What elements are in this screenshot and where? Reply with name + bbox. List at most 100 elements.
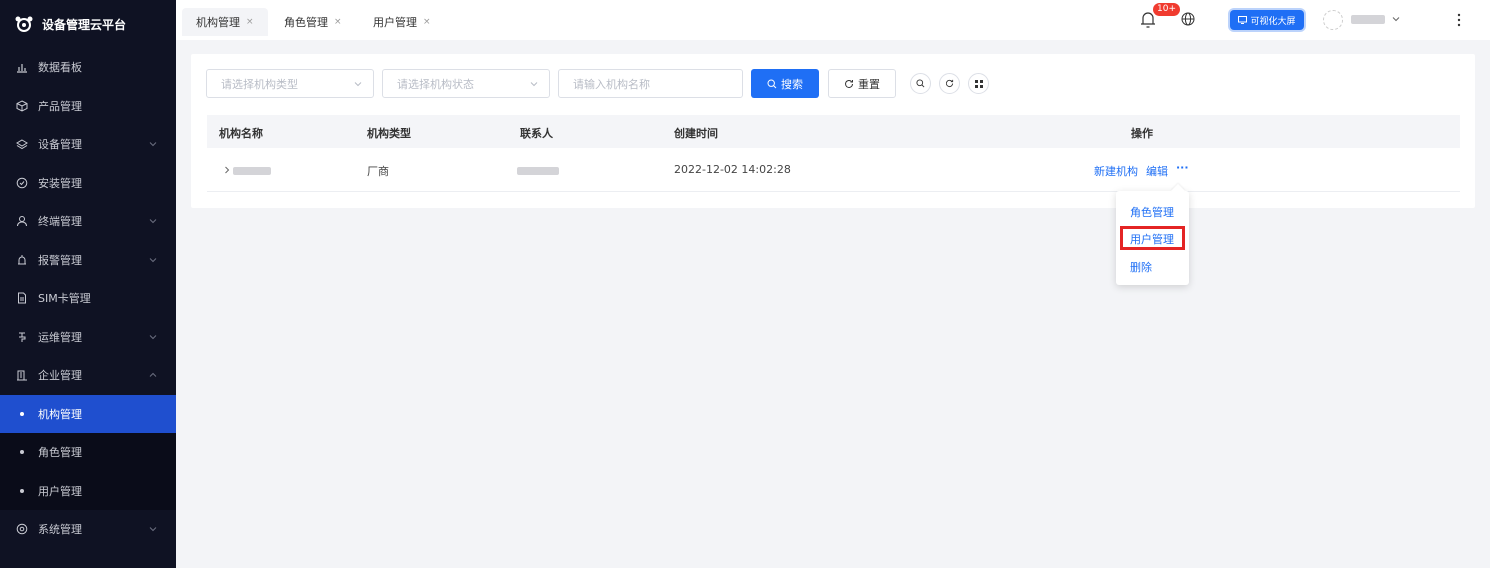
gear-circle-icon — [16, 177, 28, 189]
close-icon[interactable]: × — [246, 17, 254, 27]
bigscreen-label: 可视化大屏 — [1250, 16, 1296, 27]
contact-redacted — [517, 167, 559, 175]
username-redacted[interactable] — [1351, 15, 1385, 24]
cell-org-type: 厂商 — [367, 165, 389, 178]
sidebar-item-label: 数据看板 — [38, 61, 82, 75]
sidebar-item-alarms[interactable]: 报警管理 — [0, 241, 176, 280]
org-name-input[interactable]: 请输入机构名称 — [558, 69, 743, 98]
sidebar-subitem-org[interactable]: 机构管理 — [0, 394, 176, 433]
search-icon — [916, 79, 925, 88]
more-actions-dropdown: 角色管理 用户管理 删除 — [1116, 191, 1189, 285]
sidebar-item-system[interactable]: 系统管理 — [0, 510, 176, 549]
edit-link[interactable]: 编辑 — [1146, 163, 1168, 179]
tab-label: 用户管理 — [373, 16, 417, 29]
chevron-down-icon[interactable] — [1391, 14, 1401, 24]
bigscreen-button[interactable]: 可视化大屏 — [1230, 10, 1304, 30]
settings-icon — [16, 523, 28, 535]
table-row: 厂商 2022-12-02 14:02:28 新建机构 编辑 ··· — [207, 148, 1460, 192]
app-title: 设备管理云平台 — [42, 17, 127, 32]
highlight-box — [1120, 226, 1185, 250]
topbar: 机构管理 × 角色管理 × 用户管理 × 10+ 可视化大屏 — [176, 0, 1490, 40]
sidebar-item-devices[interactable]: 设备管理 — [0, 125, 176, 164]
refresh-button[interactable] — [939, 73, 960, 94]
sidebar-item-label: 系统管理 — [38, 523, 82, 537]
sidebar-subitem-roles[interactable]: 角色管理 — [0, 433, 176, 472]
dropdown-item-roles[interactable]: 角色管理 — [1130, 204, 1174, 220]
dropdown-item-delete[interactable]: 删除 — [1130, 259, 1152, 275]
chevron-down-icon — [149, 257, 157, 262]
chevron-down-icon — [149, 142, 157, 147]
sidebar-item-sim[interactable]: SIM卡管理 — [0, 279, 176, 318]
alarm-icon — [18, 254, 26, 265]
search-label: 搜索 — [781, 77, 803, 91]
sidebar-item-label: 运维管理 — [38, 330, 82, 344]
main-panel: 请选择机构类型 请选择机构状态 请输入机构名称 搜索 重置 机构名称 机构类型 … — [191, 54, 1475, 208]
more-vertical-icon[interactable] — [1457, 12, 1461, 28]
org-type-select[interactable]: 请选择机构类型 — [206, 69, 374, 98]
select-placeholder: 请选择机构状态 — [397, 77, 474, 91]
close-icon[interactable]: × — [334, 17, 342, 27]
chevron-right-icon[interactable] — [223, 166, 231, 174]
chevron-down-icon — [149, 219, 157, 224]
column-header: 联系人 — [520, 127, 553, 140]
column-settings-button[interactable] — [968, 73, 989, 94]
sidebar-item-install[interactable]: 安装管理 — [0, 164, 176, 203]
cube-icon — [16, 100, 28, 112]
sidebar-item-products[interactable]: 产品管理 — [0, 87, 176, 126]
chevron-up-icon — [149, 373, 157, 378]
reset-label: 重置 — [858, 77, 880, 91]
sim-card-icon — [18, 292, 26, 304]
org-name-redacted — [233, 167, 271, 175]
user-icon — [17, 216, 27, 227]
new-org-link[interactable]: 新建机构 — [1094, 163, 1138, 179]
bullet-dot — [20, 411, 24, 416]
column-header: 机构类型 — [367, 127, 411, 140]
layers-icon — [16, 139, 28, 150]
sidebar-item-label: 用户管理 — [38, 484, 82, 498]
tab-user-management[interactable]: 用户管理 × — [359, 8, 445, 36]
sidebar-item-label: 报警管理 — [38, 253, 82, 267]
refresh-icon — [945, 79, 954, 88]
close-icon[interactable]: × — [423, 17, 431, 27]
table-header: 机构名称 机构类型 联系人 创建时间 操作 — [207, 115, 1460, 148]
input-placeholder: 请输入机构名称 — [573, 77, 650, 91]
sidebar-item-label: SIM卡管理 — [38, 292, 91, 306]
column-header: 操作 — [1131, 127, 1153, 140]
sidebar-item-label: 安装管理 — [38, 176, 82, 190]
sidebar-subitem-users[interactable]: 用户管理 — [0, 471, 176, 510]
refresh-icon — [845, 79, 853, 88]
tab-label: 机构管理 — [196, 16, 240, 29]
column-header: 机构名称 — [219, 127, 263, 140]
building-icon — [17, 370, 27, 381]
avatar[interactable] — [1323, 10, 1343, 30]
sidebar-item-label: 终端管理 — [38, 215, 82, 229]
tool-icon — [19, 332, 26, 342]
search-button[interactable]: 搜索 — [751, 69, 819, 98]
sidebar-item-label: 设备管理 — [38, 138, 82, 152]
bullet-dot — [20, 450, 24, 455]
chevron-down-icon — [149, 527, 157, 532]
sidebar-item-ops[interactable]: 运维管理 — [0, 318, 176, 357]
bullet-dot — [20, 488, 24, 493]
reset-button[interactable]: 重置 — [828, 69, 896, 98]
toggle-search-button[interactable] — [910, 73, 931, 94]
tab-org-management[interactable]: 机构管理 × — [182, 8, 268, 36]
tab-role-management[interactable]: 角色管理 × — [270, 8, 356, 36]
select-placeholder: 请选择机构类型 — [221, 77, 298, 91]
tab-label: 角色管理 — [284, 16, 328, 29]
sidebar: 设备管理云平台 数据看板 产品管理 设备管理 安装管理 终端管理 报警管理 SI… — [0, 0, 176, 568]
grid-icon — [974, 79, 983, 88]
sidebar-item-terminals[interactable]: 终端管理 — [0, 202, 176, 241]
search-icon — [767, 78, 777, 88]
cell-created-time: 2022-12-02 14:02:28 — [674, 163, 791, 176]
globe-icon[interactable] — [1181, 12, 1195, 26]
sidebar-item-label: 角色管理 — [38, 446, 82, 460]
brand[interactable]: 设备管理云平台 — [0, 0, 176, 48]
sidebar-item-label: 产品管理 — [38, 99, 82, 113]
sidebar-item-enterprise[interactable]: 企业管理 — [0, 356, 176, 395]
sidebar-item-dashboard[interactable]: 数据看板 — [0, 48, 176, 87]
org-status-select[interactable]: 请选择机构状态 — [382, 69, 550, 98]
more-actions-icon[interactable]: ··· — [1176, 161, 1189, 174]
monitor-icon — [1238, 16, 1248, 24]
chevron-down-icon — [149, 334, 157, 339]
